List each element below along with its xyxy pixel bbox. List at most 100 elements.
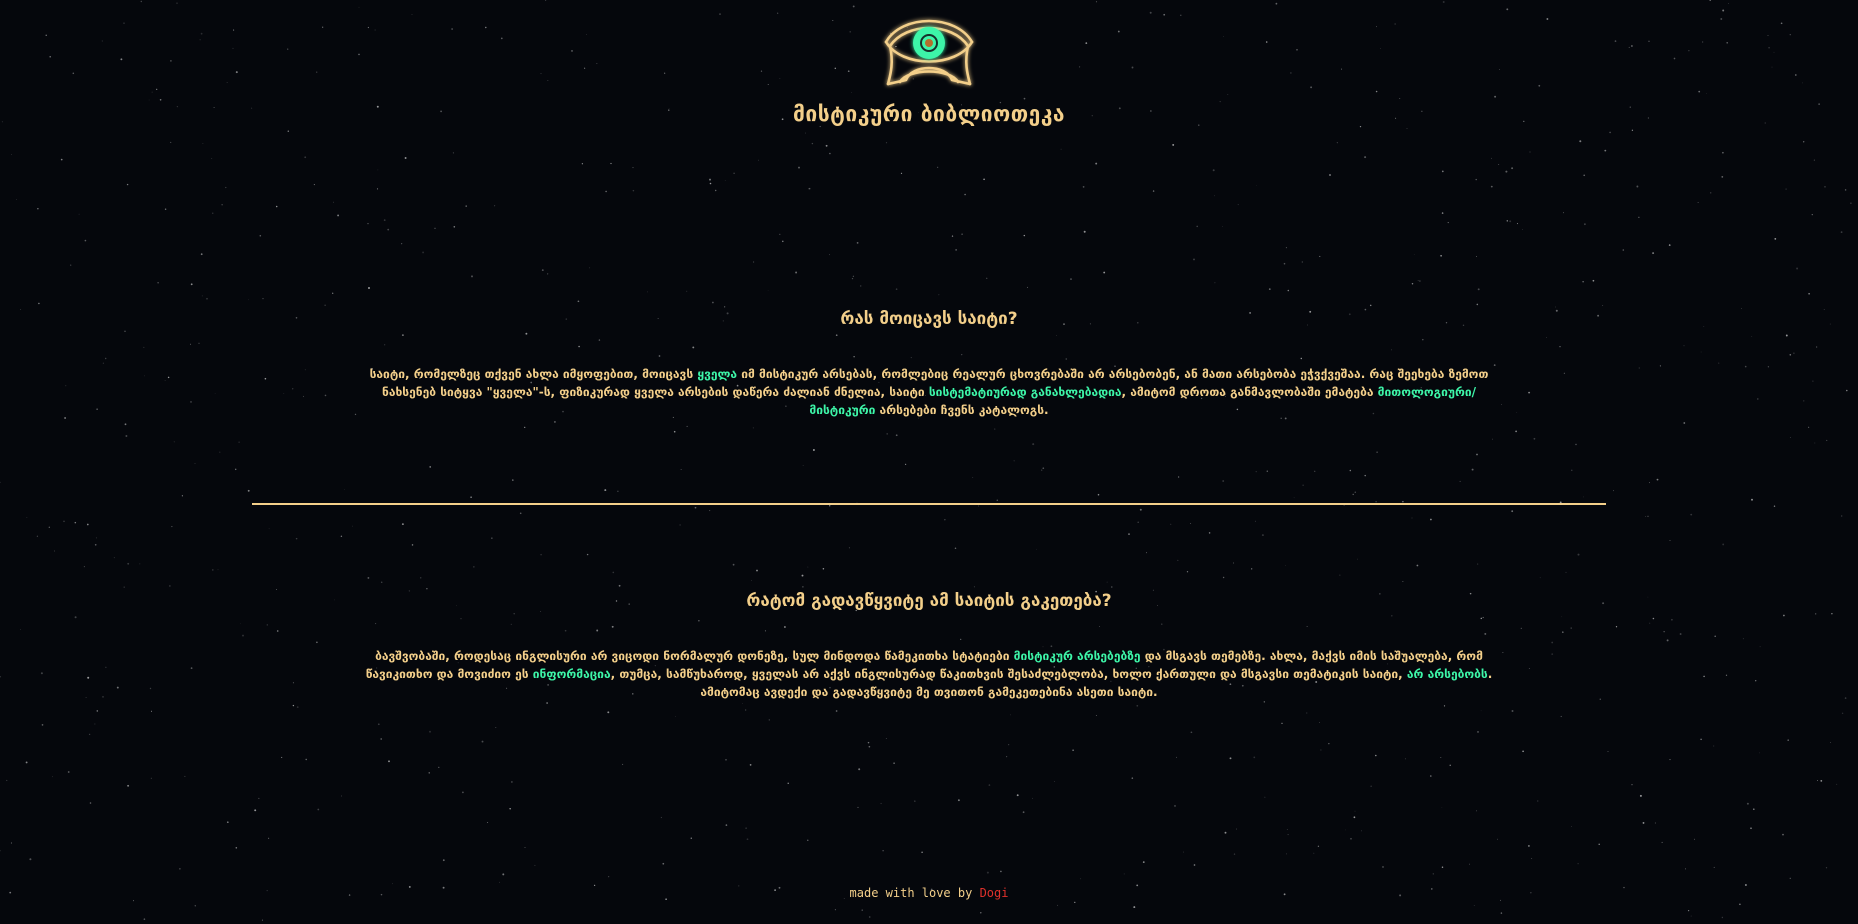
star xyxy=(296,706,299,708)
star xyxy=(37,208,39,210)
star xyxy=(858,768,861,771)
star xyxy=(292,704,295,707)
star xyxy=(470,496,472,499)
star xyxy=(610,162,612,165)
star xyxy=(94,723,96,725)
star xyxy=(1174,804,1176,807)
star xyxy=(1142,861,1145,863)
star xyxy=(1825,867,1828,869)
highlighted-term: მისტიკურ არსებებზე xyxy=(1013,649,1141,663)
section-heading-why: რატომ გადავწყვიტე ამ საიტის გაკეთება? xyxy=(746,591,1112,611)
star xyxy=(1099,626,1100,627)
star xyxy=(101,40,103,42)
star xyxy=(1789,437,1791,438)
logo[interactable] xyxy=(880,6,978,94)
star xyxy=(1768,46,1770,49)
star xyxy=(895,288,898,290)
star xyxy=(1774,238,1777,240)
star xyxy=(105,666,107,668)
star xyxy=(1684,868,1687,870)
star xyxy=(767,83,769,85)
star xyxy=(1072,749,1074,751)
star xyxy=(451,28,453,30)
star xyxy=(1528,391,1531,394)
star xyxy=(1718,362,1720,364)
star xyxy=(337,214,340,217)
star xyxy=(1222,480,1225,482)
star xyxy=(1146,552,1148,554)
star xyxy=(1522,750,1524,753)
star xyxy=(1802,82,1803,84)
star xyxy=(581,163,584,165)
star xyxy=(1477,288,1480,291)
star xyxy=(1584,223,1586,226)
star xyxy=(1722,9,1725,12)
star xyxy=(604,489,607,492)
star xyxy=(1163,13,1166,16)
star xyxy=(462,791,464,794)
star xyxy=(170,141,172,143)
star xyxy=(1652,617,1655,620)
star xyxy=(856,242,859,244)
star xyxy=(194,463,196,464)
star xyxy=(1484,632,1487,635)
star xyxy=(20,629,21,631)
star xyxy=(159,98,162,101)
star xyxy=(281,756,283,758)
star xyxy=(1180,14,1182,16)
star xyxy=(1442,1,1445,3)
star xyxy=(886,433,889,435)
star xyxy=(612,571,615,574)
star xyxy=(1170,523,1172,525)
star xyxy=(125,435,128,437)
star xyxy=(1850,202,1852,205)
star xyxy=(779,78,781,79)
highlighted-term: ინფორმაცია xyxy=(532,667,611,681)
star xyxy=(1661,841,1663,843)
star xyxy=(1537,800,1539,802)
star xyxy=(1232,562,1235,564)
star xyxy=(1491,157,1492,159)
star xyxy=(1579,140,1582,143)
star xyxy=(199,39,201,41)
footer-author-link[interactable]: Dogi xyxy=(980,886,1009,900)
star xyxy=(1301,261,1303,263)
star xyxy=(429,730,431,733)
star xyxy=(1310,86,1313,89)
star xyxy=(1688,50,1690,52)
star xyxy=(127,562,130,565)
star xyxy=(358,53,360,56)
star xyxy=(1752,808,1755,811)
star xyxy=(1352,493,1354,496)
star xyxy=(1826,439,1828,441)
star xyxy=(29,858,32,861)
star xyxy=(173,441,175,443)
star xyxy=(1813,159,1815,161)
star xyxy=(724,180,726,181)
star xyxy=(988,784,991,786)
star xyxy=(1703,675,1705,678)
star xyxy=(1432,873,1434,875)
star xyxy=(1515,430,1517,433)
star xyxy=(1193,258,1195,261)
star xyxy=(1023,97,1026,100)
star xyxy=(986,277,988,279)
star xyxy=(94,543,97,546)
star xyxy=(819,125,821,128)
star xyxy=(143,918,146,920)
star xyxy=(404,157,407,159)
star xyxy=(1375,90,1378,93)
star xyxy=(1473,905,1475,906)
star xyxy=(664,72,666,74)
eye-icon xyxy=(884,19,974,86)
star xyxy=(1563,372,1565,374)
star xyxy=(725,759,727,761)
star xyxy=(96,408,98,410)
star xyxy=(1223,36,1224,37)
star xyxy=(275,589,277,591)
star xyxy=(1713,866,1715,868)
star xyxy=(885,737,887,739)
star xyxy=(102,696,104,698)
star xyxy=(1177,559,1179,561)
star xyxy=(1082,186,1085,188)
